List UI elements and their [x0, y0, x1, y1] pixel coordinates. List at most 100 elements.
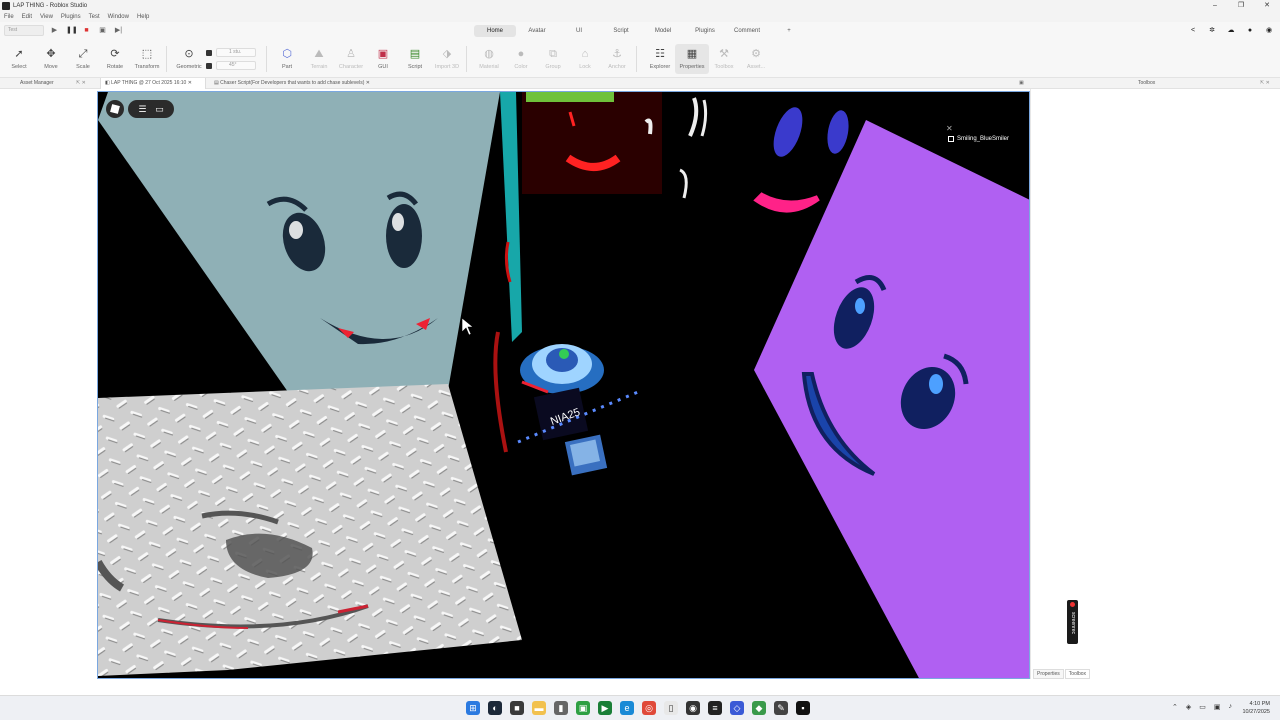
share-icon[interactable]: < [1188, 26, 1198, 36]
taskbar-clock[interactable]: 4:10 PM 10/27/2025 [1242, 700, 1270, 716]
close-button[interactable]: ✕ [1254, 0, 1280, 11]
asset-manager-button[interactable]: ⚙ Asset... [739, 47, 773, 70]
tab-avatar[interactable]: Avatar [516, 25, 558, 37]
tab-comment[interactable]: Comment [726, 25, 768, 37]
network-icon[interactable]: ▭ [1199, 703, 1206, 711]
pause-icon[interactable]: ❚❚ [66, 26, 78, 35]
green-app-icon[interactable]: ▣ [576, 701, 590, 715]
3d-viewport[interactable]: NIA25 ☰ ▭ ✕ Smiling_BlueSmiler [97, 91, 1030, 679]
tab-plugins[interactable]: Plugins [684, 25, 726, 37]
obs-icon[interactable]: ◉ [686, 701, 700, 715]
properties-button[interactable]: ▦ Properties [675, 44, 709, 74]
test-mode-select[interactable]: Test [4, 25, 44, 36]
toolbox-close-icon[interactable]: ⇱ ✕ [1260, 78, 1270, 89]
tab-add[interactable]: + [768, 25, 810, 37]
panel-pin-icon[interactable]: ⇱ ✕ [76, 78, 86, 89]
toolbar-divider [466, 46, 467, 72]
move-snap-checkbox[interactable] [206, 49, 212, 56]
transform-tool-button[interactable]: ⬚ Transform [130, 47, 164, 70]
part-icon: ⬡ [282, 48, 292, 60]
step-icon[interactable]: ▶| [114, 26, 123, 35]
diamond-plate-part [98, 384, 522, 676]
terrain-tool-button[interactable]: ⛰ Terrain [302, 47, 336, 70]
import-3d-button[interactable]: ⬗ Import 3D [430, 47, 464, 70]
collaborate-icon[interactable]: ✲ [1207, 26, 1217, 36]
color-tool-button[interactable]: ● Color [504, 47, 538, 70]
edge-icon[interactable]: e [620, 701, 634, 715]
viewport-menu-pill[interactable]: ☰ ▭ [128, 100, 174, 118]
doc-tab-chaser-script[interactable]: ▤ Chaser Script(For Developers that want… [210, 78, 370, 89]
cursor-icon: ➚ [14, 48, 24, 60]
select-tool-button[interactable]: ➚ Select [2, 47, 36, 70]
document-tab-row: Asset Manager ⇱ ✕ ◧ LAP THING @ 27 Oct 2… [0, 78, 1280, 89]
tab-toolbox[interactable]: Toolbox [1064, 669, 1091, 679]
gui-tool-button[interactable]: ▣ GUI [366, 47, 400, 70]
menu-file[interactable]: File [4, 14, 14, 20]
roblox-player-icon[interactable]: ▪ [796, 701, 810, 715]
tab-script[interactable]: Script [600, 25, 642, 37]
move-step-input[interactable]: 1 stu. [216, 48, 256, 57]
chat-icon[interactable]: ▭ [155, 100, 164, 118]
rotate-snap-checkbox[interactable] [206, 62, 212, 69]
tray-expand-icon[interactable]: ⌃ [1172, 703, 1178, 711]
menu-window[interactable]: Window [108, 14, 129, 20]
material-tool-button[interactable]: ◍ Material [472, 47, 506, 70]
usb-app-icon[interactable]: ▮ [554, 701, 568, 715]
playerlist-close-icon[interactable]: ✕ [946, 124, 953, 133]
viewport-options-icon[interactable]: ▣ [1019, 78, 1024, 89]
hamburger-icon[interactable]: ☰ [138, 100, 146, 118]
cloud-icon[interactable]: ☁ [1226, 26, 1236, 36]
steam-icon[interactable]: ◐ [488, 701, 502, 715]
start-windows-icon[interactable]: ⊞ [466, 701, 480, 715]
menu-help[interactable]: Help [137, 14, 149, 20]
toolbox-button[interactable]: ⚒ Toolbox [707, 47, 741, 70]
terminal-icon[interactable]: ▶ [598, 701, 612, 715]
rotate-step-input[interactable]: 45° [216, 61, 256, 70]
cube-app-icon[interactable]: ■ [510, 701, 524, 715]
anchor-tool-button[interactable]: ⚓ Anchor [600, 47, 634, 70]
menu-edit[interactable]: Edit [22, 14, 32, 20]
menu-plugins[interactable]: Plugins [61, 14, 81, 20]
maximize-button[interactable]: ❐ [1228, 0, 1254, 11]
geometric-tool-button[interactable]: ⊙ Geometric [172, 47, 206, 70]
roblox-menu-icon[interactable] [106, 100, 124, 118]
scale-tool-button[interactable]: ⤢ Scale [66, 47, 100, 70]
tab-properties[interactable]: Properties [1033, 669, 1064, 679]
explorer-button[interactable]: ☷ Explorer [643, 47, 677, 70]
rotate-tool-button[interactable]: ⟳ Rotate [98, 47, 132, 70]
group-tool-button[interactable]: ⧉ Group [536, 47, 570, 70]
notepad-icon[interactable]: ▯ [664, 701, 678, 715]
stop-icon[interactable]: ■ [82, 26, 91, 35]
chrome-icon[interactable]: ◎ [642, 701, 656, 715]
tab-model[interactable]: Model [642, 25, 684, 37]
snap-settings: 1 stu. 45° [206, 47, 256, 73]
screen-recorder-widget[interactable]: screenrec [1067, 600, 1078, 644]
roblox-studio-taskbar-icon[interactable]: ◆ [752, 701, 766, 715]
roblox-icon[interactable]: ◇ [730, 701, 744, 715]
material-icon: ◍ [484, 48, 494, 60]
move-tool-button[interactable]: ✥ Move [34, 47, 68, 70]
toolbar-divider [636, 46, 637, 72]
notifications-icon[interactable]: ● [1245, 26, 1255, 36]
volume-icon[interactable]: ♪ [1229, 703, 1233, 711]
player-list-entry[interactable]: Smiling_BlueSmiler [948, 136, 1009, 142]
character-tool-button[interactable]: ♙ Character [334, 47, 368, 70]
play-icon[interactable]: ▶ [50, 26, 59, 35]
menu-view[interactable]: View [40, 14, 53, 20]
doc-tab-lap-thing[interactable]: ◧ LAP THING @ 27 Oct 2025 16:10 ✕ [100, 78, 206, 89]
menu-test[interactable]: Test [89, 14, 100, 20]
paint-icon[interactable]: ✎ [774, 701, 788, 715]
display-icon[interactable]: ▣ [1214, 703, 1221, 711]
screen-icon[interactable]: ▣ [98, 26, 107, 35]
explorer-icon: ☷ [655, 48, 665, 60]
part-tool-button[interactable]: ⬡ Part [270, 47, 304, 70]
epic-icon[interactable]: ≡ [708, 701, 722, 715]
profile-icon[interactable]: ◉ [1264, 26, 1274, 36]
script-tool-button[interactable]: ▤ Script [398, 47, 432, 70]
tab-ui[interactable]: UI [558, 25, 600, 37]
minimize-button[interactable]: – [1202, 0, 1228, 11]
file-explorer-icon[interactable]: ▬ [532, 701, 546, 715]
tab-home[interactable]: Home [474, 25, 516, 37]
lock-tool-button[interactable]: ⌂ Lock [568, 47, 602, 70]
tray-app-icon[interactable]: ◈ [1186, 703, 1191, 711]
